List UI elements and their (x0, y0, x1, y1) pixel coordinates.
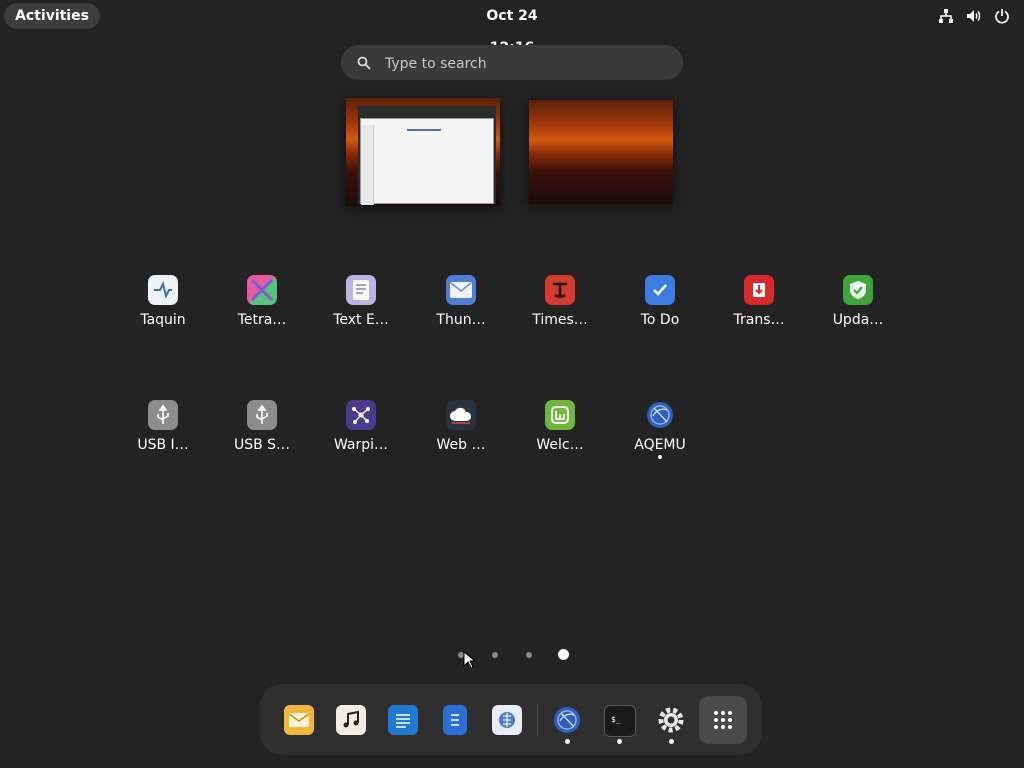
app-label: USB I… (137, 437, 189, 453)
window-preview (360, 118, 494, 205)
welcome-icon (545, 400, 575, 430)
window-preview-line (407, 129, 441, 131)
taquin-icon (148, 275, 178, 305)
mouse-cursor-icon (463, 651, 475, 669)
top-bar: Activities Oct 24 12:16 (0, 0, 1024, 56)
app-aqemu[interactable]: AQEMU (615, 400, 705, 459)
activities-button[interactable]: Activities (4, 3, 100, 29)
network-icon (938, 8, 954, 24)
app-label: Trans… (733, 312, 785, 328)
app-warpinator[interactable]: Warpi… (316, 400, 406, 453)
running-indicator (565, 739, 570, 744)
search-input[interactable] (383, 45, 667, 82)
running-indicator (669, 739, 674, 744)
show-apps-button[interactable] (699, 696, 747, 744)
warpinator-icon (346, 400, 376, 430)
web-apps-icon (446, 400, 476, 430)
search-icon (357, 55, 371, 74)
power-icon (994, 8, 1010, 24)
app-label: Taquin (140, 312, 186, 328)
web-app-icon[interactable] (492, 705, 522, 735)
app-label: Tetra… (237, 312, 287, 328)
search-bar[interactable] (341, 45, 683, 82)
app-web-apps[interactable]: Web … (416, 400, 506, 453)
aqemu-icon[interactable] (552, 705, 582, 735)
window-preview-sidebar (361, 125, 374, 205)
app-usb-stick-formatter[interactable]: USB S… (217, 400, 307, 453)
document-viewer-icon[interactable] (443, 705, 467, 735)
transmission-icon (744, 275, 774, 305)
update-manager-icon (843, 275, 873, 305)
volume-icon (966, 8, 982, 24)
text-editor-icon (346, 275, 376, 305)
app-tetravex[interactable]: Tetra… (217, 275, 307, 328)
app-label: Times… (532, 312, 588, 328)
app-label: USB S… (233, 437, 291, 453)
app-label: Text E… (333, 312, 389, 328)
running-indicator (658, 455, 662, 459)
window-thumbnail[interactable] (358, 106, 496, 205)
usb-stick-formatter-icon (247, 400, 277, 430)
thunderbird-icon (446, 275, 476, 305)
mail-icon[interactable] (284, 705, 314, 735)
dock: $_ (260, 684, 762, 755)
app-label: Welc… (536, 437, 584, 453)
app-label: AQEMU (634, 437, 686, 453)
app-label: Warpi… (333, 437, 389, 453)
clock-button[interactable]: Oct 24 12:16 (462, 0, 562, 56)
svg-text:$_: $_ (611, 715, 621, 724)
app-label: Thun… (436, 312, 486, 328)
aqemu-icon (645, 400, 675, 430)
usb-image-writer-icon (148, 400, 178, 430)
page-indicator-4[interactable] (558, 649, 569, 660)
terminal-icon[interactable]: $_ (604, 705, 636, 737)
app-thunderbird[interactable]: Thun… (416, 275, 506, 328)
app-timeshift[interactable]: Times… (515, 275, 605, 328)
tetravex-icon (247, 275, 277, 305)
app-to-do[interactable]: To Do (615, 275, 705, 328)
settings-icon[interactable] (656, 705, 686, 735)
page-indicator-2[interactable] (492, 652, 498, 658)
app-label: Web … (436, 437, 486, 453)
timeshift-icon (545, 275, 575, 305)
app-text-editor[interactable]: Text E… (316, 275, 406, 328)
app-grid-icon (714, 711, 732, 729)
app-label: Upda… (832, 312, 884, 328)
running-indicator (617, 739, 622, 744)
todo-icon (645, 275, 675, 305)
app-usb-image-writer[interactable]: USB I… (118, 400, 208, 453)
system-status-menu[interactable] (938, 8, 1010, 24)
document-icon[interactable] (388, 705, 418, 735)
music-icon[interactable] (336, 705, 366, 735)
app-label: To Do (640, 312, 680, 328)
app-update-manager[interactable]: Upda… (813, 275, 903, 328)
workspace-thumbnail-2[interactable] (529, 100, 673, 204)
app-transmission[interactable]: Trans… (714, 275, 804, 328)
dock-separator (537, 704, 538, 736)
app-taquin[interactable]: Taquin (118, 275, 208, 328)
app-welcome[interactable]: Welc… (515, 400, 605, 453)
workspace-thumbnail-1[interactable] (346, 98, 500, 206)
page-indicator-3[interactable] (526, 652, 532, 658)
